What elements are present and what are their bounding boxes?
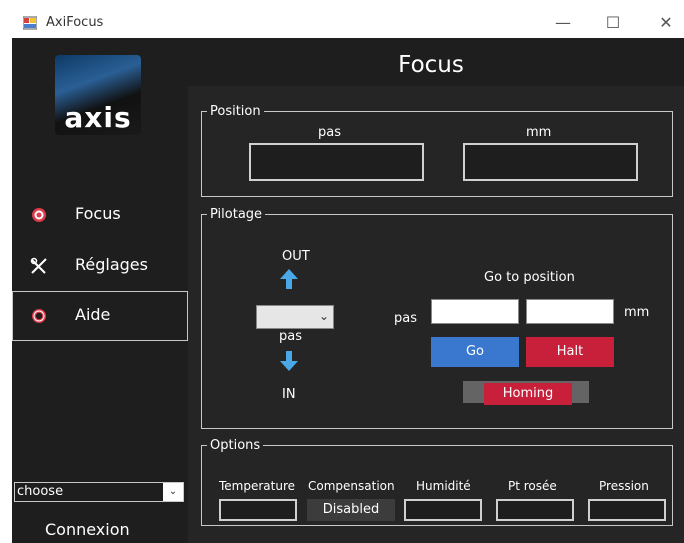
halt-button[interactable]: Halt (526, 337, 614, 367)
axis-logo: axis (55, 55, 141, 135)
window-title: AxiFocus (46, 15, 104, 30)
arrow-up-icon[interactable] (279, 268, 299, 290)
humidite-field[interactable] (404, 499, 482, 521)
position-pas-field[interactable] (249, 143, 424, 181)
position-legend: Position (210, 104, 261, 119)
chevron-down-icon: ⌄ (318, 309, 329, 323)
step-unit-label: pas (279, 329, 302, 344)
sidebar-item-aide[interactable]: Aide (12, 291, 188, 341)
sidebar-item-label: Réglages (75, 255, 148, 274)
compensation-button[interactable]: Disabled (307, 499, 395, 521)
connection-select[interactable]: choose ⌄ (14, 482, 184, 502)
goto-mm-label: mm (624, 305, 650, 320)
sidebar: axis Focus Réglages Aide choose ⌄ Connex… (12, 38, 188, 543)
temperature-label: Temperature (219, 479, 296, 493)
chevron-down-icon[interactable]: ⌄ (163, 483, 183, 501)
sidebar-item-label: Aide (75, 305, 111, 324)
step-select[interactable]: ⌄ (256, 305, 334, 329)
sidebar-item-reglages[interactable]: Réglages (12, 241, 188, 291)
homing-button[interactable]: Homing (484, 383, 572, 405)
pression-label: Pression (599, 479, 649, 493)
goto-pas-field[interactable] (431, 299, 519, 324)
position-pas-label: pas (318, 125, 341, 140)
close-button[interactable]: ✕ (655, 12, 677, 34)
pt-rosee-label: Pt rosée (508, 479, 557, 493)
position-mm-field[interactable] (463, 143, 638, 181)
humidite-label: Humidité (416, 479, 471, 493)
target-icon (32, 208, 46, 222)
options-legend: Options (210, 438, 261, 453)
connexion-button[interactable]: Connexion (45, 520, 130, 539)
lifebuoy-icon (32, 309, 46, 323)
app-window: AxiFocus — ☐ ✕ axis Focus Réglages Aide … (0, 0, 684, 543)
title-bar: AxiFocus — ☐ ✕ (12, 8, 684, 38)
sidebar-item-focus[interactable]: Focus (12, 190, 188, 240)
focus-panel: Position pas mm Pilotage OUT ⌄ pas IN Go… (188, 86, 684, 543)
goto-title: Go to position (484, 270, 575, 285)
tools-icon (30, 257, 47, 274)
go-button[interactable]: Go (431, 337, 519, 367)
minimize-button[interactable]: — (552, 12, 574, 34)
sidebar-item-label: Focus (75, 204, 121, 223)
logo-text: axis (64, 101, 132, 134)
app-icon (23, 16, 37, 30)
pression-field[interactable] (588, 499, 666, 521)
arrow-down-icon[interactable] (279, 350, 299, 372)
position-mm-label: mm (526, 125, 552, 140)
pilotage-legend: Pilotage (210, 207, 263, 222)
compensation-label: Compensation (308, 479, 395, 493)
pt-rosee-field[interactable] (496, 499, 574, 521)
goto-pas-label: pas (394, 311, 417, 326)
homing-track: Homing (463, 381, 589, 405)
in-label: IN (282, 387, 296, 402)
page-title: Focus (398, 52, 464, 78)
out-label: OUT (282, 249, 310, 264)
goto-mm-field[interactable] (526, 299, 614, 324)
temperature-field[interactable] (219, 499, 297, 521)
main-content: Focus Position pas mm Pilotage OUT ⌄ pas (188, 38, 684, 543)
maximize-button[interactable]: ☐ (602, 12, 624, 34)
connection-select-value: choose (17, 484, 64, 499)
